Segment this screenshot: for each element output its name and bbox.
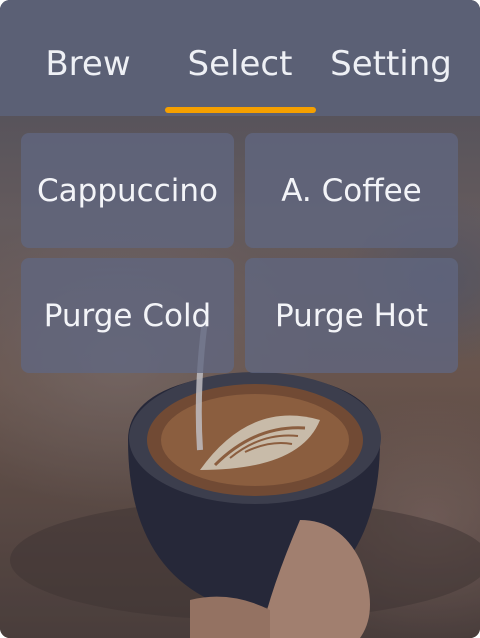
- tab-setting[interactable]: Setting: [318, 40, 464, 88]
- top-tab-bar: Brew Select Setting: [0, 0, 480, 116]
- americano-coffee-button[interactable]: A. Coffee: [245, 133, 458, 248]
- tab-select[interactable]: Select: [164, 40, 316, 88]
- cappuccino-button[interactable]: Cappuccino: [21, 133, 234, 248]
- purge-cold-button[interactable]: Purge Cold: [21, 258, 234, 373]
- brew-screen: Brew Select Setting Cappuccino A. Coffee…: [0, 0, 480, 638]
- purge-hot-button[interactable]: Purge Hot: [245, 258, 458, 373]
- active-tab-indicator: [165, 107, 316, 113]
- tab-brew[interactable]: Brew: [20, 40, 156, 88]
